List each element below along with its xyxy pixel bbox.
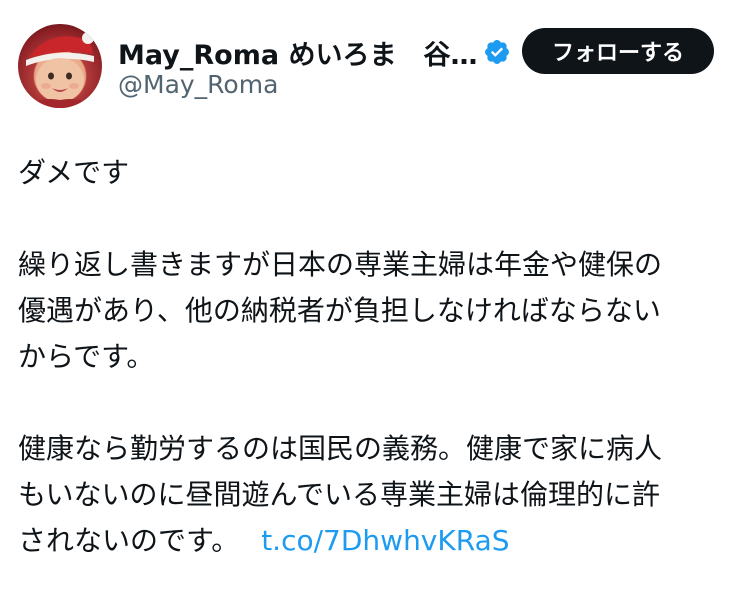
tweet-link[interactable]: t.co/7DhwhvKRaS (261, 524, 509, 557)
tweet-line: 優遇があり、他の納税者が負担しなければならない (18, 294, 661, 327)
tweet-line: されないのです。 (18, 524, 240, 557)
tweet-line: からです。 (18, 340, 155, 373)
tweet-last-line: されないのです。 t.co/7DhwhvKRaS (18, 518, 730, 564)
display-name-row: May_Roma めいろま 谷… (118, 32, 511, 72)
verified-badge-icon (483, 38, 511, 66)
tweet-header: May_Roma めいろま 谷… @May_Roma フォローする (0, 0, 750, 130)
profile-photo-icon (26, 32, 94, 108)
display-name[interactable]: May_Roma めいろま 谷… (118, 33, 477, 72)
user-handle[interactable]: @May_Roma (118, 70, 278, 99)
tweet-line: 健康なら勤労するのは国民の義務。健康で家に病人 (18, 432, 663, 465)
tweet-text: ダメです 繰り返し書きますが日本の専業主婦は年金や健保の 優遇があり、他の納税者… (18, 150, 730, 564)
tweet-line: 繰り返し書きますが日本の専業主婦は年金や健保の (18, 248, 663, 281)
tweet-line: ダメです (18, 156, 130, 189)
avatar[interactable] (18, 24, 102, 108)
follow-button[interactable]: フォローする (522, 28, 714, 74)
tweet-line: もいないのに昼間遊んでいる専業主婦は倫理的に許 (18, 478, 661, 511)
